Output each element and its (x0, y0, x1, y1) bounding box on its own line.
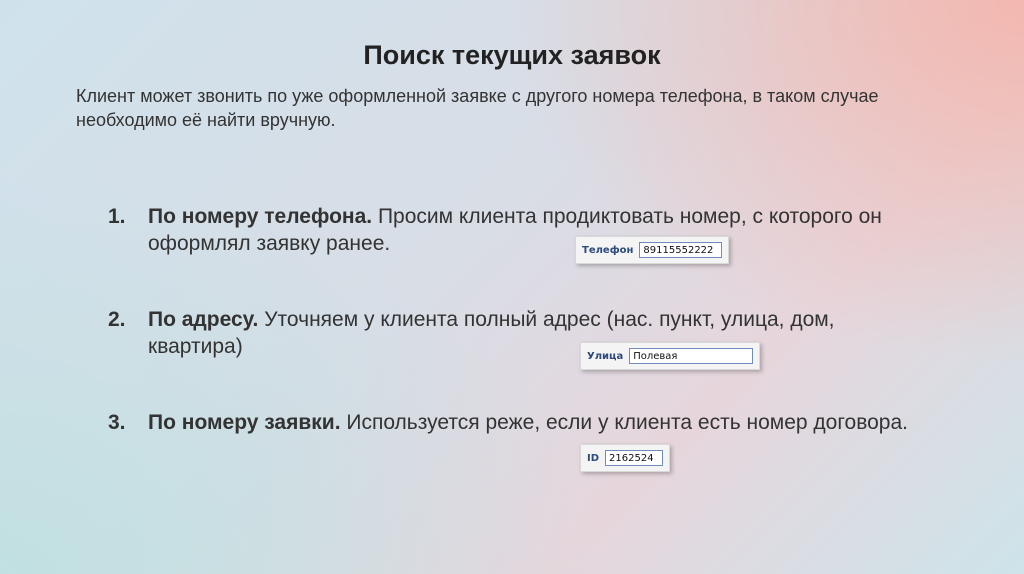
phone-field-label: Телефон (582, 244, 634, 256)
id-field-label: ID (587, 452, 600, 464)
item-text: По номеру телефона. Просим клиента проди… (148, 203, 908, 257)
phone-search-field: Телефон 89115552222 (575, 236, 729, 264)
item-heading: По номеру заявки. (148, 411, 341, 434)
item-text: По номеру заявки. Используется реже, есл… (148, 409, 908, 436)
street-search-field: Улица Полевая (580, 342, 760, 370)
item-number: 1. (108, 205, 126, 228)
item-text: По адресу. Уточняем у клиента полный адр… (148, 306, 908, 360)
intro-text: Клиент может звонить по уже оформленной … (76, 86, 879, 130)
page-title: Поиск текущих заявок (363, 40, 661, 70)
id-search-field: ID 2162524 (580, 444, 670, 472)
id-input[interactable]: 2162524 (605, 450, 663, 466)
item-number: 3. (108, 411, 126, 434)
street-field-label: Улица (587, 350, 624, 362)
street-input[interactable]: Полевая (629, 348, 753, 364)
item-heading: По адресу. (148, 308, 259, 331)
item-heading: По номеру телефона. (148, 205, 373, 228)
item-description: Используется реже, если у клиента есть н… (346, 411, 908, 434)
item-number: 2. (108, 308, 126, 331)
phone-input[interactable]: 89115552222 (639, 242, 722, 258)
